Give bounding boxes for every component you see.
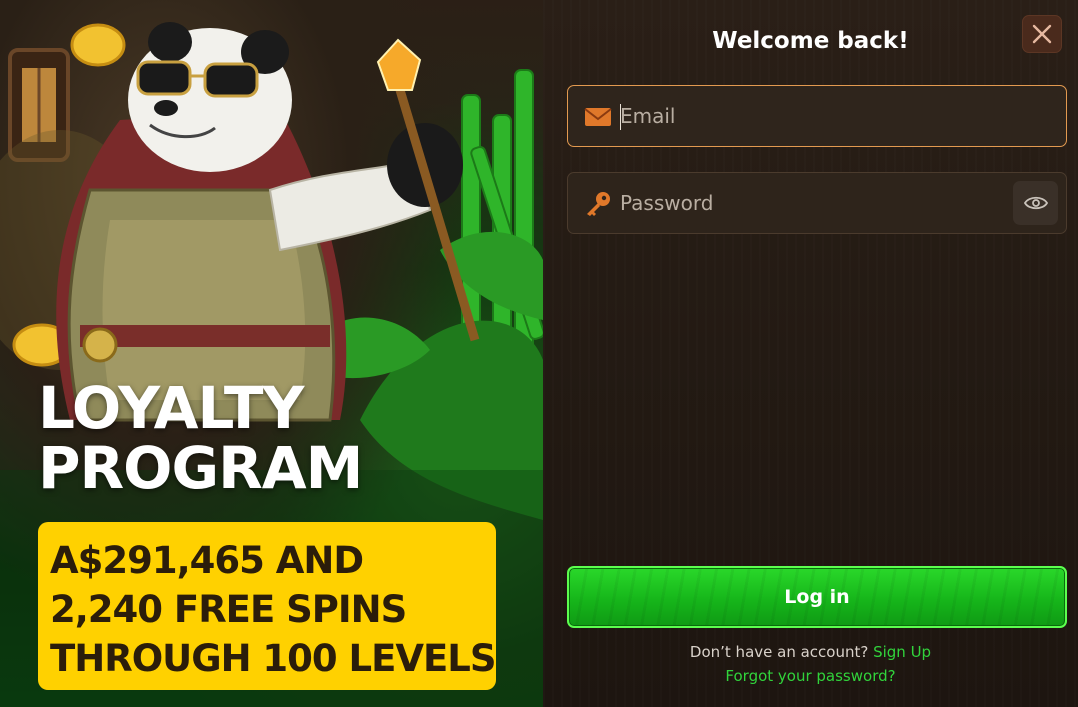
email-input[interactable] [620, 86, 1000, 146]
promo-offer-line3: THROUGH 100 LEVELS [50, 637, 497, 680]
envelope-icon [584, 108, 612, 126]
promo-headline-line2: PROGRAM [38, 434, 363, 502]
promo-offer-line1: A$291,465 AND [50, 539, 364, 582]
promo-offer-line2: 2,240 FREE SPINS [50, 588, 407, 631]
password-field[interactable] [567, 172, 1067, 234]
key-icon [587, 192, 610, 216]
toggle-password-visibility-button[interactable] [1013, 181, 1058, 225]
promo-offer-box: A$291,465 AND 2,240 FREE SPINS THROUGH 1… [38, 522, 497, 690]
promo-headline-line1: LOYALTY [38, 374, 304, 442]
signup-prompt-text: Don’t have an account? [689, 643, 874, 661]
password-input[interactable] [620, 173, 1000, 233]
promo-headline: LOYALTY PROGRAM [38, 374, 363, 502]
forgot-password-link[interactable]: Forgot your password? [543, 667, 1078, 685]
signup-prompt: Don’t have an account? Sign Up [543, 643, 1078, 661]
email-field[interactable] [567, 85, 1067, 147]
signup-link[interactable]: Sign Up [873, 643, 931, 661]
promo-banner: LOYALTY PROGRAM A$291,465 AND 2,240 FREE… [0, 0, 543, 707]
eye-icon [1023, 196, 1048, 210]
login-panel: Welcome back! Log in Don’t have an accou… [543, 0, 1078, 707]
login-button[interactable]: Log in [567, 566, 1067, 628]
modal-title: Welcome back! [712, 28, 909, 54]
